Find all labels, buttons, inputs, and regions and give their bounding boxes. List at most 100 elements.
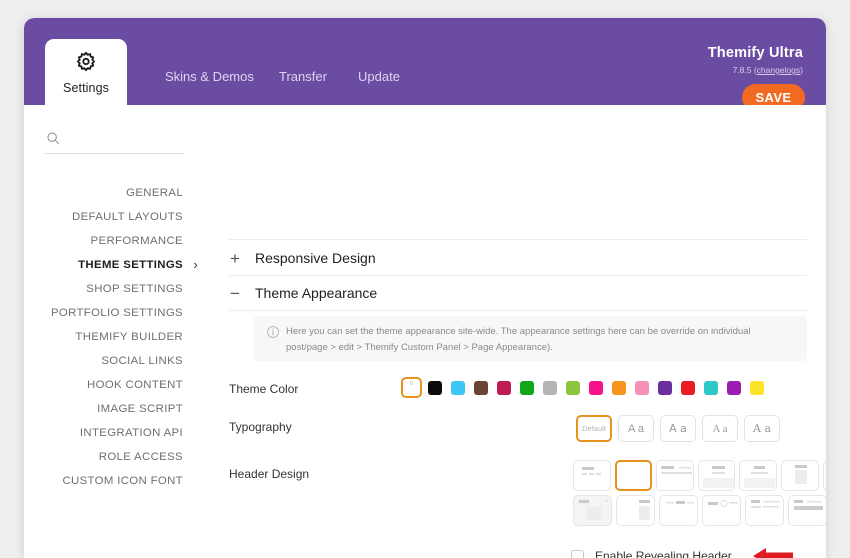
color-swatch-grey[interactable]	[539, 377, 560, 398]
option-label[interactable]: Enable Revealing Header	[595, 549, 732, 558]
swatch-fill: D	[405, 381, 419, 395]
color-swatch-yellow[interactable]	[746, 377, 767, 398]
header-design-option-5[interactable]	[781, 460, 819, 491]
color-swatch-orange[interactable]	[608, 377, 629, 398]
color-swatch-default[interactable]: D	[401, 377, 422, 398]
theme-color-label: Theme Color	[229, 382, 298, 396]
typography-label: Typography	[229, 420, 292, 434]
sidebar-item-portfolio-settings[interactable]: PORTFOLIO SETTINGS	[51, 307, 183, 319]
sidebar-item-label: THEME SETTINGS	[78, 259, 183, 271]
header-design-option-1[interactable]	[615, 460, 653, 491]
color-swatch-dark-purple[interactable]	[654, 377, 675, 398]
sidebar-item-social-links[interactable]: SOCIAL LINKS	[101, 355, 183, 367]
header-layout-thumbnail	[740, 461, 777, 491]
swatch-fill	[658, 381, 672, 395]
tab-settings-label: Settings	[63, 81, 109, 95]
sidebar-item-theme-settings[interactable]: THEME SETTINGS›	[78, 259, 183, 271]
swatch-fill	[520, 381, 534, 395]
color-swatch-brown[interactable]	[470, 377, 491, 398]
color-swatch-crimson[interactable]	[493, 377, 514, 398]
sidebar-item-label: PERFORMANCE	[91, 235, 183, 247]
swatch-fill	[543, 381, 557, 395]
swatch-fill	[612, 381, 626, 395]
nav-item-skins-demos[interactable]: Skins & Demos	[165, 69, 254, 84]
sidebar-item-general[interactable]: GENERAL	[126, 187, 183, 199]
header-design-option-12[interactable]	[659, 495, 698, 526]
section-responsive-design[interactable]: + Responsive Design	[229, 241, 376, 275]
color-swatch-red[interactable]	[677, 377, 698, 398]
color-swatch-magenta[interactable]	[585, 377, 606, 398]
swatch-fill	[497, 381, 511, 395]
nav-item-transfer[interactable]: Transfer	[279, 69, 327, 84]
header-design-option-10[interactable]	[573, 495, 612, 526]
sidebar-item-integration-api[interactable]: INTEGRATION API	[80, 427, 183, 439]
swatch-fill	[681, 381, 695, 395]
color-swatch-turquoise[interactable]	[700, 377, 721, 398]
header-design-row	[573, 460, 826, 491]
swatch-fill	[566, 381, 580, 395]
header-design-option-0[interactable]	[573, 460, 611, 491]
swatch-fill	[428, 381, 442, 395]
header-design-option-14[interactable]	[745, 495, 784, 526]
typography-option-0[interactable]: Default	[576, 415, 612, 442]
theme-color-swatches: D	[401, 377, 767, 398]
sidebar-item-custom-icon-font[interactable]: CUSTOM ICON FONT	[62, 475, 183, 487]
typography-option-4[interactable]: A a	[744, 415, 780, 442]
swatch-fill	[474, 381, 488, 395]
search-input[interactable]	[70, 128, 182, 150]
typography-option-1[interactable]: A a	[618, 415, 654, 442]
header-design-option-6[interactable]	[823, 460, 826, 491]
header-layout-thumbnail	[617, 496, 655, 526]
color-swatch-black[interactable]	[424, 377, 445, 398]
color-swatch-sky-blue[interactable]	[447, 377, 468, 398]
search-icon	[46, 131, 61, 146]
sidebar-item-label: PORTFOLIO SETTINGS	[51, 307, 183, 319]
typography-sample: Default	[582, 424, 606, 433]
swatch-fill	[704, 381, 718, 395]
header-design-option-2[interactable]	[656, 460, 694, 491]
chevron-right-icon: ›	[193, 257, 198, 272]
typography-sample: A a	[669, 422, 687, 435]
header-design-grid: ✕	[573, 460, 826, 530]
sidebar-item-label: HOOK CONTENT	[87, 379, 183, 391]
header-design-option-11[interactable]	[616, 495, 655, 526]
info-box: i Here you can set the theme appearance …	[254, 316, 807, 361]
version-number: 7.8.5 (	[733, 65, 757, 75]
color-swatch-green[interactable]	[516, 377, 537, 398]
header-design-option-4[interactable]	[739, 460, 777, 491]
sidebar-item-themify-builder[interactable]: THEMIFY BUILDER	[75, 331, 183, 343]
sidebar-item-label: SOCIAL LINKS	[101, 355, 183, 367]
sidebar-item-hook-content[interactable]: HOOK CONTENT	[87, 379, 183, 391]
nav-item-update[interactable]: Update	[358, 69, 400, 84]
header-design-row: ✕	[573, 495, 826, 526]
search-row	[44, 128, 184, 154]
brand-version: 7.8.5 (changelogs)	[733, 65, 803, 75]
themify-settings-panel: Settings Skins & Demos Transfer Update T…	[24, 18, 826, 558]
sidebar-item-label: DEFAULT LAYOUTS	[72, 211, 183, 223]
header-design-option-13[interactable]	[702, 495, 741, 526]
header-design-label: Header Design	[229, 467, 309, 481]
sidebar-item-label: IMAGE SCRIPT	[97, 403, 183, 415]
header-design-option-3[interactable]	[698, 460, 736, 491]
sidebar-item-performance[interactable]: PERFORMANCE	[91, 235, 183, 247]
color-swatch-purple[interactable]	[723, 377, 744, 398]
sidebar-item-label: GENERAL	[126, 187, 183, 199]
checkbox-enable-revealing-header[interactable]	[571, 550, 584, 558]
sidebar: GENERAL DEFAULT LAYOUTS PERFORMANCE THEME S…	[24, 105, 201, 558]
typography-option-2[interactable]: A a	[660, 415, 696, 442]
header-layout-thumbnail	[703, 496, 741, 526]
sidebar-item-default-layouts[interactable]: DEFAULT LAYOUTS	[72, 211, 183, 223]
header-layout-thumbnail	[699, 461, 736, 491]
color-swatch-pink[interactable]	[631, 377, 652, 398]
color-swatch-light-green[interactable]	[562, 377, 583, 398]
section-theme-appearance[interactable]: − Theme Appearance	[229, 276, 377, 310]
expand-icon: +	[229, 250, 241, 267]
annotation-arrow-left-icon	[753, 547, 793, 558]
changelogs-link[interactable]: changelogs	[757, 65, 800, 75]
header-design-option-15[interactable]	[788, 495, 826, 526]
sidebar-item-shop-settings[interactable]: SHOP SETTINGS	[86, 283, 183, 295]
typography-option-3[interactable]: A a	[702, 415, 738, 442]
sidebar-item-image-script[interactable]: IMAGE SCRIPT	[97, 403, 183, 415]
tab-settings[interactable]: Settings	[45, 39, 127, 105]
sidebar-item-role-access[interactable]: ROLE ACCESS	[99, 451, 183, 463]
